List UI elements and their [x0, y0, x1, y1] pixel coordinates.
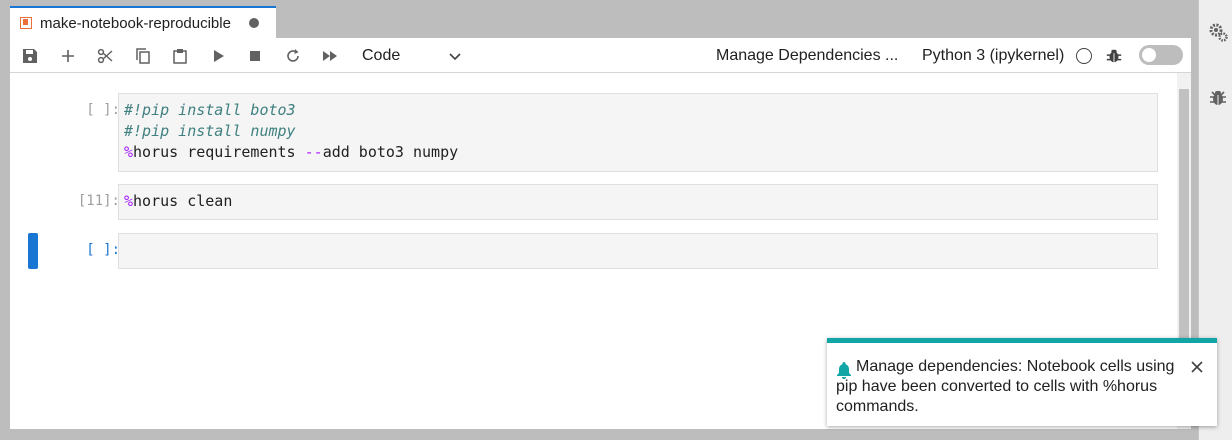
active-cell-indicator[interactable]	[28, 233, 38, 269]
notification-message: Manage dependencies: Notebook cells usin…	[836, 358, 1175, 415]
code-comment: #!pip install numpy	[124, 122, 296, 140]
code-text: horus clean	[133, 192, 233, 210]
paste-icon[interactable]	[170, 46, 190, 66]
code-operator: --	[304, 143, 323, 161]
tab-title: make-notebook-reproducible	[40, 14, 231, 32]
notification-toast: Manage dependencies: Notebook cells usin…	[827, 338, 1217, 426]
toggle-knob	[1142, 48, 1156, 62]
kernel-name-button[interactable]: Python 3 (ipykernel)	[922, 45, 1064, 67]
bug-icon[interactable]	[1105, 47, 1123, 65]
code-text: add boto3 numpy	[322, 143, 459, 161]
restart-icon[interactable]	[283, 46, 303, 66]
run-icon[interactable]	[208, 46, 228, 66]
scrollbar-thumb[interactable]	[1179, 89, 1189, 352]
close-icon[interactable]	[1189, 359, 1205, 375]
cell-editor[interactable]: #!pip install boto3 #!pip install numpy …	[118, 93, 1158, 172]
code-magic-marker: %	[124, 192, 134, 210]
gears-icon[interactable]	[1208, 22, 1228, 42]
code-comment: #!pip install boto3	[124, 101, 296, 119]
cell-prompt: [ ]:	[86, 102, 120, 118]
manage-dependencies-button[interactable]: Manage Dependencies ...	[716, 45, 898, 67]
code-text: horus requirements	[133, 143, 305, 161]
cut-icon[interactable]	[95, 46, 115, 66]
notebook-toolbar: Code Manage Dependencies ... Python 3 (i…	[10, 38, 1191, 73]
cell-prompt: [11]:	[77, 193, 120, 209]
tab-bar: make-notebook-reproducible	[0, 0, 1198, 38]
cell-prompt: [ ]:	[86, 242, 120, 258]
fast-forward-icon[interactable]	[320, 46, 340, 66]
unsaved-indicator-icon[interactable]	[249, 18, 259, 28]
stop-icon[interactable]	[245, 46, 265, 66]
chevron-down-icon	[449, 53, 461, 61]
debugger-toggle[interactable]	[1139, 45, 1183, 65]
copy-icon[interactable]	[133, 46, 153, 66]
cell-editor[interactable]	[118, 233, 1158, 269]
notebook-icon	[20, 17, 32, 29]
save-icon[interactable]	[20, 46, 40, 66]
notebook-tab[interactable]: make-notebook-reproducible	[10, 6, 276, 38]
add-icon[interactable]	[58, 46, 78, 66]
bug-icon[interactable]	[1208, 88, 1228, 108]
cell-editor[interactable]: %horus clean	[118, 184, 1158, 220]
cell-type-select[interactable]: Code	[362, 45, 462, 67]
cell-type-label: Code	[362, 47, 401, 64]
kernel-status-icon	[1076, 48, 1092, 64]
code-magic-marker: %	[124, 143, 134, 161]
